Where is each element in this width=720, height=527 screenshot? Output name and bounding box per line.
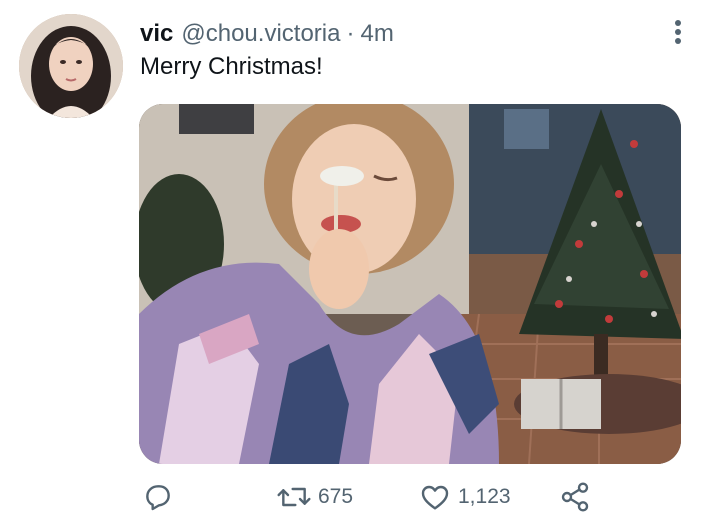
reply-icon: [142, 481, 174, 513]
more-vertical-icon: [674, 19, 682, 45]
like-count: 1,123: [458, 485, 511, 508]
retweet-button[interactable]: 675: [276, 479, 353, 515]
avatar[interactable]: [19, 14, 123, 118]
tweet-photo[interactable]: [139, 104, 681, 464]
share-button[interactable]: [558, 479, 592, 515]
author-handle[interactable]: @chou.victoria: [181, 17, 340, 51]
more-options-button[interactable]: [663, 17, 693, 47]
like-button[interactable]: 1,123: [418, 479, 511, 515]
reply-button[interactable]: [142, 479, 174, 515]
heart-icon: [418, 481, 452, 513]
tweet-actions: 675 1,123: [139, 479, 609, 515]
tweet-text: Merry Christmas!: [140, 53, 323, 80]
share-icon: [558, 481, 592, 513]
author-name[interactable]: vic: [140, 17, 173, 51]
separator-dot: ·: [346, 20, 355, 47]
retweet-count: 675: [318, 485, 354, 508]
retweet-icon: [276, 481, 312, 513]
tweet-header: vic @chou.victoria · 4m: [140, 17, 394, 51]
tweet-timestamp[interactable]: 4m: [360, 17, 393, 51]
